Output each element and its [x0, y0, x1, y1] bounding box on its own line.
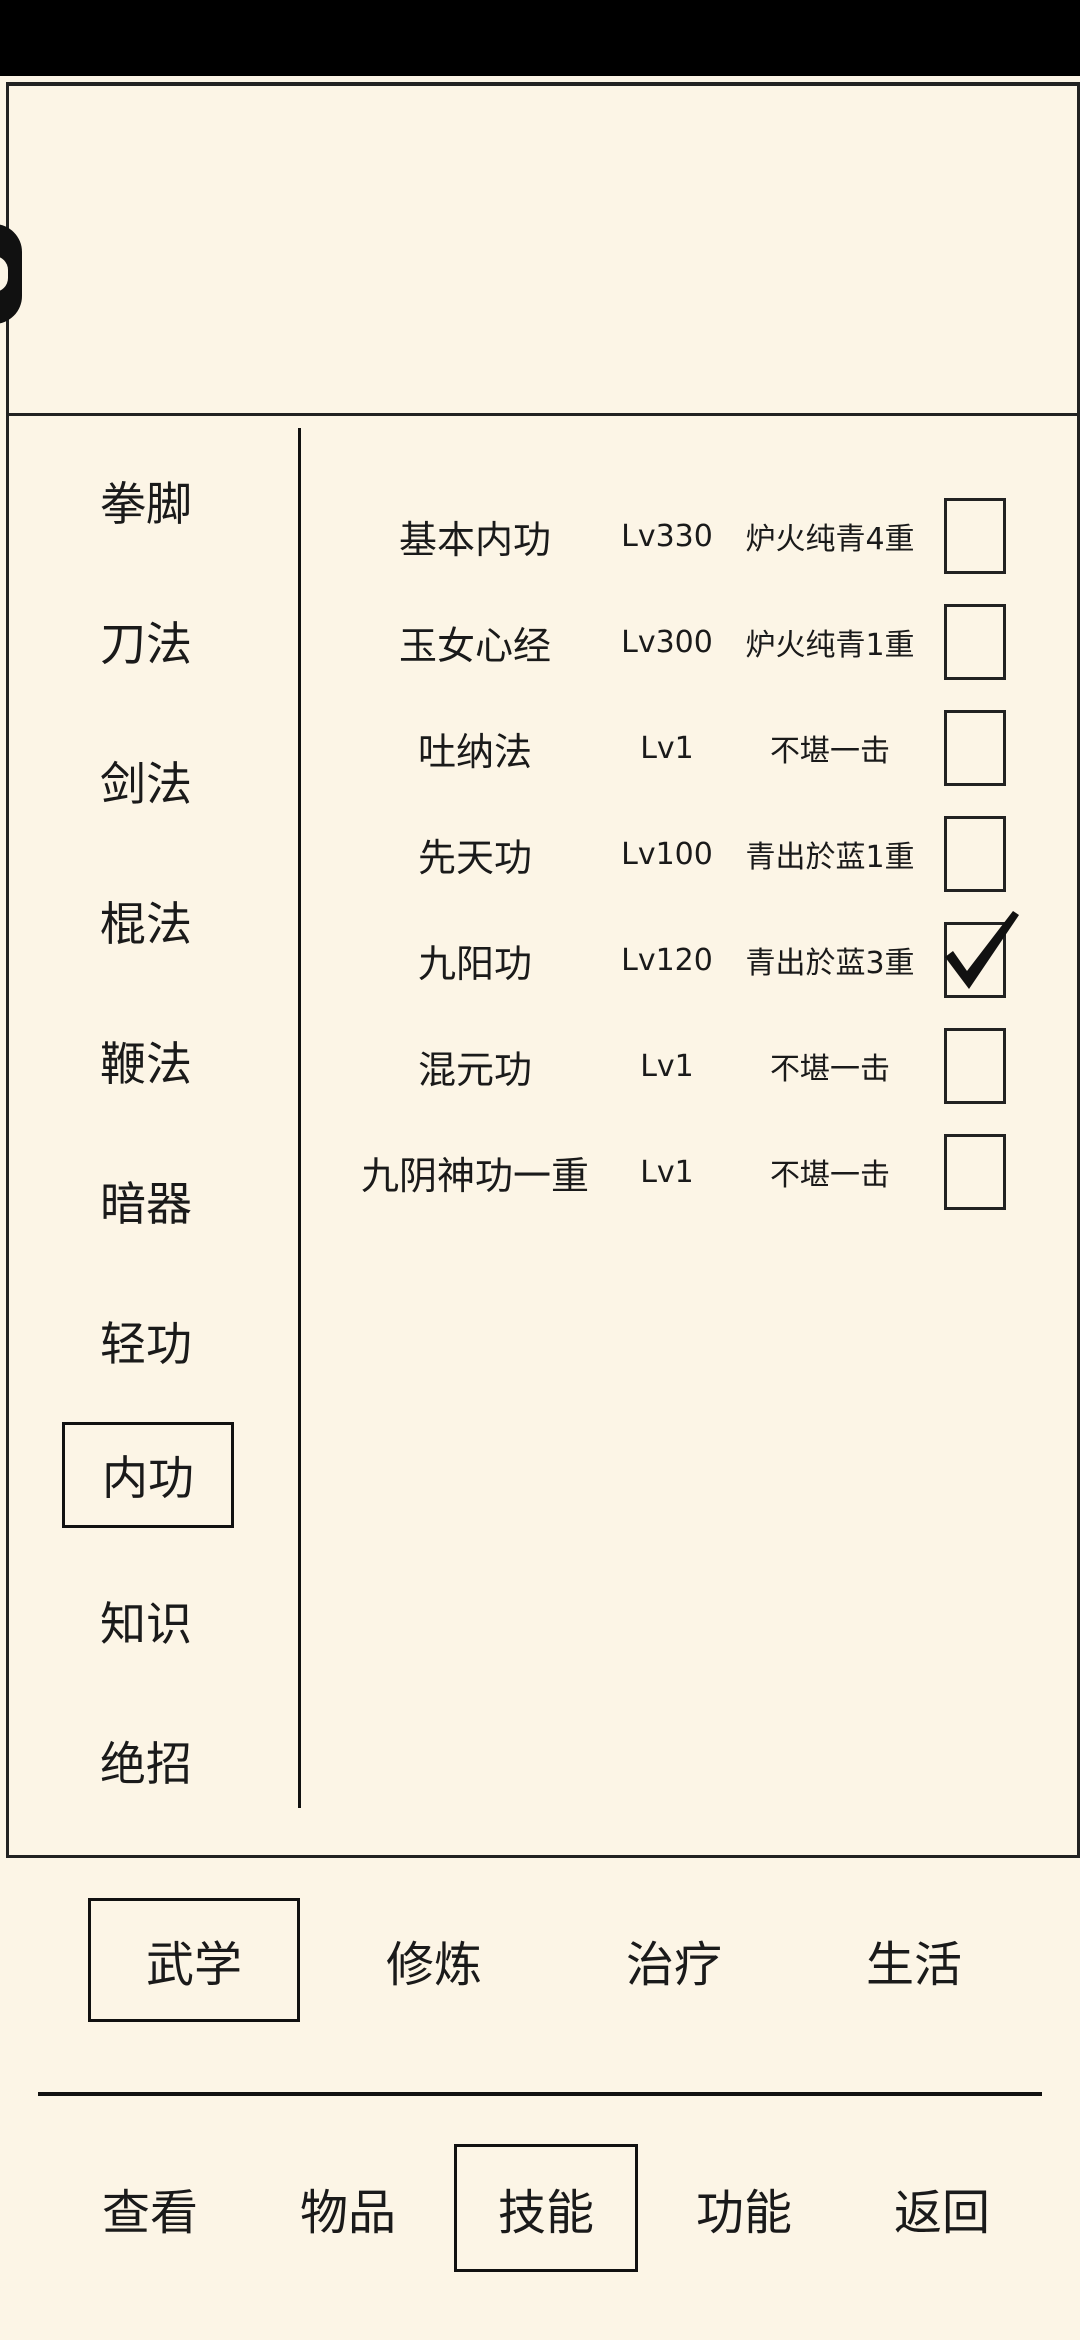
nav-wupin[interactable]: 物品 [256, 2144, 440, 2272]
category-jianfa[interactable]: 剑法 [58, 726, 234, 836]
skill-row: 基本内功 Lv330 炉火纯青4重 [340, 494, 1020, 578]
skill-row: 九阴神功一重 Lv1 不堪一击 [340, 1130, 1020, 1214]
nav-gongneng[interactable]: 功能 [652, 2144, 836, 2272]
category-label: 棍法 [100, 897, 192, 951]
subtab-xiulian[interactable]: 修炼 [328, 1898, 540, 2022]
skill-row: 玉女心经 Lv300 炉火纯青1重 [340, 600, 1020, 684]
skill-row: 吐纳法 Lv1 不堪一击 [340, 706, 1020, 790]
skill-rank: 青出於蓝3重 [745, 946, 915, 981]
skill-row: 混元功 Lv1 不堪一击 [340, 1024, 1020, 1108]
category-label: 轻功 [100, 1317, 192, 1371]
skill-checkbox[interactable] [944, 710, 1006, 786]
skill-name: 基本内功 [398, 517, 551, 562]
category-label: 剑法 [100, 757, 192, 811]
category-quanjiao[interactable]: 拳脚 [58, 446, 234, 556]
skill-checkbox[interactable] [944, 1134, 1006, 1210]
subtab-zhiliao[interactable]: 治疗 [568, 1898, 780, 2022]
skill-level: Lv330 [621, 518, 713, 554]
info-area [9, 86, 1077, 416]
skill-checkbox[interactable] [944, 1028, 1006, 1104]
category-label: 内功 [102, 1451, 194, 1505]
skill-level: Lv1 [640, 1154, 694, 1190]
skill-rank: 不堪一击 [770, 1052, 890, 1087]
category-label: 绝招 [100, 1737, 192, 1791]
category-neigong[interactable]: 内功 [62, 1422, 234, 1528]
skill-checkbox[interactable] [944, 604, 1006, 680]
skill-rank: 炉火纯青4重 [745, 522, 915, 557]
skill-level: Lv1 [640, 730, 694, 766]
skill-checkbox[interactable] [944, 816, 1006, 892]
nav-label: 返回 [893, 2185, 990, 2241]
nav-label: 功能 [695, 2185, 792, 2241]
category-label: 刀法 [100, 617, 192, 671]
skill-rank: 不堪一击 [770, 1158, 890, 1193]
skill-checkbox[interactable] [944, 498, 1006, 574]
nav-label: 技能 [497, 2185, 594, 2241]
nav-label: 查看 [101, 2185, 198, 2241]
nav-label: 物品 [299, 2185, 396, 2241]
category-qinggong[interactable]: 轻功 [58, 1286, 234, 1396]
skill-name: 吐纳法 [417, 729, 532, 774]
nav-chakan[interactable]: 查看 [58, 2144, 242, 2272]
category-juezhao[interactable]: 绝招 [58, 1706, 234, 1816]
status-bar [0, 0, 1080, 76]
skill-name: 玉女心经 [398, 623, 551, 668]
category-label: 暗器 [100, 1177, 192, 1231]
skill-name: 九阴神功一重 [360, 1153, 589, 1198]
skill-rank: 不堪一击 [770, 734, 890, 769]
category-gunfa[interactable]: 棍法 [58, 866, 234, 976]
category-anqi[interactable]: 暗器 [58, 1146, 234, 1256]
category-label: 拳脚 [100, 477, 192, 531]
nav-fanhui[interactable]: 返回 [850, 2144, 1034, 2272]
skill-checkbox-checked[interactable] [944, 911, 1019, 998]
subtab-wuxue[interactable]: 武学 [88, 1898, 300, 2022]
skill-rank: 炉火纯青1重 [745, 628, 915, 663]
category-label: 知识 [100, 1597, 192, 1651]
subtab-shenghuo[interactable]: 生活 [808, 1898, 1020, 2022]
subtab-label: 治疗 [625, 1937, 722, 1993]
skill-level: Lv300 [621, 624, 713, 660]
subtab-label: 武学 [145, 1937, 242, 1993]
skill-rank: 青出於蓝1重 [745, 840, 915, 875]
skill-name: 九阳功 [417, 941, 532, 986]
category-label: 鞭法 [100, 1037, 192, 1091]
category-bianfa[interactable]: 鞭法 [58, 1006, 234, 1116]
skill-name: 混元功 [417, 1047, 532, 1092]
category-daofa[interactable]: 刀法 [58, 586, 234, 696]
checkmark-icon [945, 911, 1019, 989]
subtab-label: 生活 [865, 1937, 962, 1993]
skill-row: 先天功 Lv100 青出於蓝1重 [340, 812, 1020, 896]
nav-jineng[interactable]: 技能 [454, 2144, 638, 2272]
skill-row: 九阳功 Lv120 青出於蓝3重 [340, 911, 1020, 1002]
subtab-label: 修炼 [385, 1937, 482, 1993]
skill-level: Lv1 [640, 1048, 694, 1084]
category-divider [298, 428, 301, 1808]
bottom-nav-divider [38, 2092, 1042, 2096]
skill-name: 先天功 [417, 835, 532, 880]
category-zhishi[interactable]: 知识 [58, 1566, 234, 1676]
skill-level: Lv100 [621, 836, 713, 872]
skill-level: Lv120 [621, 942, 713, 978]
